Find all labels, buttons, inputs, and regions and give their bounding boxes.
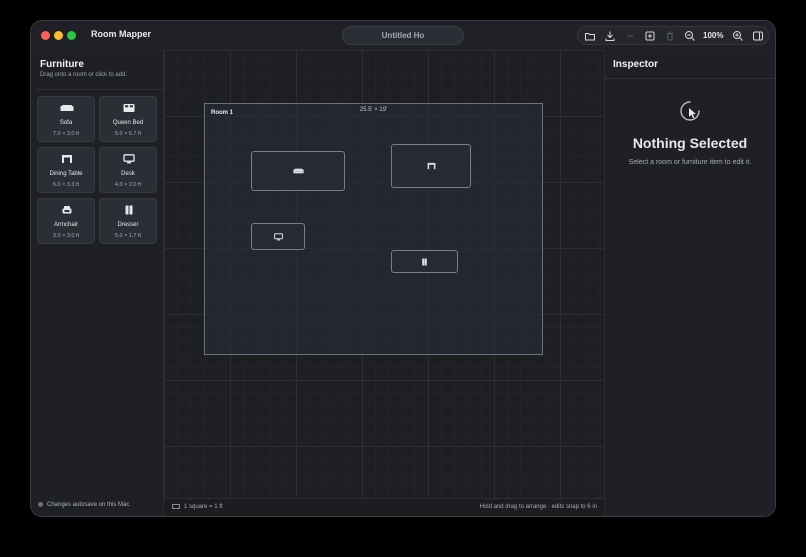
furniture-dims: 5.0 × 1.7 ft: [114, 233, 142, 239]
toolbar: 100%: [577, 26, 769, 45]
app-window: Room Mapper Untitled Ho 100% Furniture D…: [31, 21, 775, 516]
scale-text: 1 square = 1 ft: [184, 504, 223, 511]
furniture-dims: 4.0 × 2.0 ft: [114, 182, 142, 188]
furniture-card-dresser[interactable]: Dresser 5.0 × 1.7 ft: [99, 198, 157, 244]
minimize-window-button[interactable]: [54, 31, 63, 40]
add-room-icon[interactable]: [644, 30, 656, 42]
table-icon: [60, 154, 74, 164]
furniture-sidebar: Furniture Drag onto a room or click to a…: [31, 50, 164, 516]
placed-dining-table[interactable]: [391, 144, 471, 188]
sidebar-title: Furniture: [40, 59, 84, 70]
minus-icon[interactable]: [624, 30, 636, 42]
table-icon: [426, 162, 437, 170]
desk-icon: [273, 232, 284, 241]
close-window-button[interactable]: [41, 31, 50, 40]
furniture-name: Queen Bed: [112, 120, 144, 126]
status-bar: 1 square = 1 ft Hold and drag to arrange…: [164, 498, 604, 516]
zoom-window-button[interactable]: [67, 31, 76, 40]
furniture-card-armchair[interactable]: Armchair 3.0 × 3.0 ft: [37, 198, 95, 244]
furniture-dims: 3.0 × 3.0 ft: [52, 233, 80, 239]
furniture-name: Dresser: [117, 222, 139, 228]
placed-dresser[interactable]: [391, 250, 458, 273]
room-dimensions-label: 25.5' × 19': [359, 107, 388, 113]
bed-icon: [122, 103, 136, 113]
trash-icon[interactable]: [664, 30, 676, 42]
placed-sofa[interactable]: [251, 151, 345, 191]
furniture-dims: 7.0 × 3.0 ft: [52, 131, 80, 137]
zoom-in-icon[interactable]: [732, 30, 744, 42]
furniture-name: Dining Table: [49, 171, 83, 177]
sofa-icon: [292, 167, 304, 175]
ruler-icon: [172, 504, 180, 509]
status-hint: Hold and drag to arrange · edits snap to…: [479, 504, 597, 510]
autosave-status-icon: [38, 501, 43, 507]
sidebar-subtitle: Drag onto a room or click to add.: [40, 72, 128, 78]
dresser-icon: [122, 205, 136, 215]
folder-open-icon[interactable]: [584, 30, 596, 42]
placed-desk[interactable]: [251, 223, 305, 250]
empty-state-title: Nothing Selected: [632, 135, 748, 151]
furniture-dims: 6.0 × 3.3 ft: [52, 182, 80, 188]
divider: [37, 89, 163, 90]
sidebar-toggle-icon[interactable]: [752, 30, 764, 42]
cursor-select-icon: [679, 100, 701, 122]
download-icon[interactable]: [604, 30, 616, 42]
document-title-field[interactable]: Untitled Ho: [342, 26, 464, 45]
furniture-name: Desk: [121, 171, 135, 177]
zoom-out-icon[interactable]: [684, 30, 696, 42]
app-title: Room Mapper: [91, 29, 152, 39]
room-1[interactable]: Room 1 25.5' × 19': [204, 103, 543, 355]
scale-legend: 1 square = 1 ft: [172, 504, 223, 510]
inspector-title: Inspector: [613, 59, 659, 70]
furniture-dims: 5.0 × 6.7 ft: [114, 131, 142, 137]
floor-plan-canvas[interactable]: Room 1 25.5' × 19': [164, 50, 604, 498]
furniture-card-queen-bed[interactable]: Queen Bed 5.0 × 6.7 ft: [99, 96, 157, 142]
furniture-card-dining-table[interactable]: Dining Table 6.0 × 3.3 ft: [37, 147, 95, 193]
desk-icon: [122, 154, 136, 164]
armchair-icon: [60, 205, 74, 215]
sofa-icon: [60, 103, 74, 113]
furniture-card-desk[interactable]: Desk 4.0 × 2.0 ft: [99, 147, 157, 193]
zoom-level: 100%: [703, 31, 724, 40]
title-bar: Room Mapper Untitled Ho 100%: [31, 21, 775, 50]
furniture-name: Armchair: [53, 222, 78, 228]
furniture-card-sofa[interactable]: Sofa 7.0 × 3.0 ft: [37, 96, 95, 142]
empty-state-subtitle: Select a room or furniture item to edit …: [628, 159, 752, 166]
inspector-panel: Inspector Nothing Selected Select a room…: [604, 50, 775, 516]
furniture-name: Sofa: [59, 120, 73, 126]
dresser-icon: [419, 257, 430, 266]
autosave-note: Changes autosave on this Mac: [38, 501, 130, 508]
autosave-text: Changes autosave on this Mac: [47, 502, 130, 508]
divider: [605, 78, 775, 79]
